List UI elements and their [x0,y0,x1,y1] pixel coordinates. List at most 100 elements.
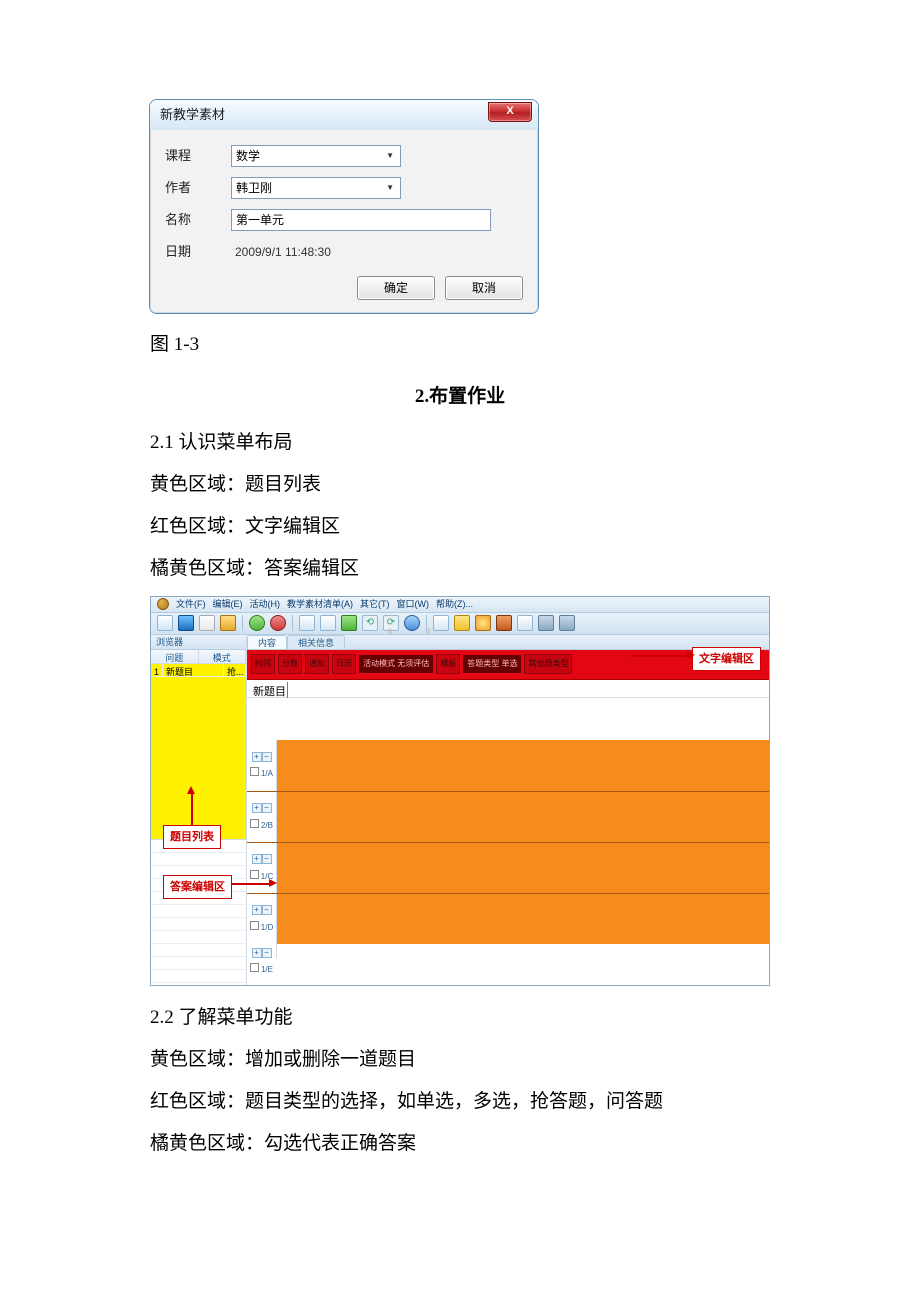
menu-edit[interactable]: 编辑(E) [213,596,243,613]
plus-icon[interactable]: + [252,752,262,762]
sidebar-row-selected[interactable]: 1 新题目 抢... [151,664,246,677]
answer-spacer [247,698,769,740]
callout-question-list: 题目列表 [163,825,221,850]
heading-2-1: 2.1 认识菜单布局 [150,425,770,461]
folder-icon[interactable] [220,615,236,631]
ribbon-item[interactable]: 模板 [436,654,460,673]
question-list-area[interactable] [151,677,246,840]
settings-icon[interactable] [559,615,575,631]
answer-edit-area[interactable] [277,944,769,958]
star-icon[interactable] [475,615,491,631]
ribbon-item[interactable]: 日历 [332,654,356,673]
add-icon[interactable] [249,615,265,631]
forward-icon[interactable]: ⟳ [383,615,399,631]
ribbon-item[interactable]: 活动模式 无须评估 [359,655,433,672]
close-icon[interactable]: X [488,102,532,122]
menu-help[interactable]: 帮助(Z)... [436,596,473,613]
answer-label: 2/B [261,821,273,830]
menubar: 文件(F) 编辑(E) 活动(H) 教学素材清单(A) 其它(T) 窗口(W) … [151,597,769,613]
ribbon-item[interactable]: 答题类型 单选 [463,655,521,672]
toolbar-separator [292,615,293,631]
list-icon[interactable] [517,615,533,631]
callout-text-edit: 文字编辑区 [692,647,761,672]
ribbon-item[interactable]: 其他题类型 [524,654,572,673]
field-date: 2009/9/1 11:48:30 [231,241,491,263]
heading-2: 2.布置作业 [150,379,770,415]
menu-other[interactable]: 其它(T) [360,596,390,613]
plus-icon[interactable]: + [252,854,262,864]
toolbar: ⟲ ⟳ [151,613,769,635]
answer-row: +− 1/D [247,893,769,944]
select-author[interactable]: 韩卫刚 [231,177,401,199]
dialog-title: 新教学素材 [160,103,225,128]
answer-edit-area[interactable] [277,740,769,791]
answer-row: +− 1/C [247,842,769,893]
remove-icon[interactable] [270,615,286,631]
answer-row: +− 2/B [247,791,769,842]
answer-controls: +− 1/E [247,944,277,958]
tool-icon[interactable] [538,615,554,631]
refresh-icon[interactable] [404,615,420,631]
main-area: 内容 相关信息 时间 分数 通知 日历 活动模式 无须评估 模板 答题类型 单选… [247,635,769,985]
tab-related-info[interactable]: 相关信息 [287,635,345,649]
paste-icon[interactable] [320,615,336,631]
ribbon-item[interactable]: 通知 [305,654,329,673]
play-icon[interactable] [341,615,357,631]
back-icon[interactable]: ⟲ [362,615,378,631]
menu-activity[interactable]: 活动(H) [250,596,281,613]
minus-icon[interactable]: − [262,803,272,813]
dialog-titlebar: 新教学素材 X [150,100,538,130]
toolbar-separator [426,615,427,631]
callout-answer-edit: 答案编辑区 [163,875,232,900]
minus-icon[interactable]: − [262,752,272,762]
answer-row: +− 1/A [247,740,769,791]
report-icon[interactable] [433,615,449,631]
dialog-new-material: 新教学素材 X 课程 数学 作者 韩卫刚 名称 第一单元 日期 2009/9/1… [150,100,538,313]
answer-edit-area[interactable] [277,843,769,893]
answer-checkbox[interactable] [250,767,259,776]
plus-icon[interactable]: + [252,948,262,958]
answer-row-last: +− 1/E [247,944,769,958]
minus-icon[interactable]: − [262,905,272,915]
minus-icon[interactable]: − [262,854,272,864]
save-icon[interactable] [178,615,194,631]
note-icon[interactable] [454,615,470,631]
label-name: 名称 [165,208,231,233]
para-2-2-yellow: 黄色区域：增加或删除一道题目 [150,1042,770,1078]
sidebar-col-mode: 模式 [199,650,247,663]
answer-controls: +− 1/A [247,740,277,791]
answers-area: +− 1/A +− 2/B +− 1/C [247,698,769,985]
answer-checkbox[interactable] [250,870,259,879]
answer-checkbox[interactable] [250,921,259,930]
minus-icon[interactable]: − [262,948,272,958]
menu-window[interactable]: 窗口(W) [397,596,430,613]
question-title-input[interactable]: 新题目 [247,680,769,698]
figure-caption-1-3: 图 1-3 [150,327,770,363]
plus-icon[interactable]: + [252,803,262,813]
copy-icon[interactable] [299,615,315,631]
sidebar-header: 问题 模式 [151,650,246,664]
menu-file[interactable]: 文件(F) [176,596,206,613]
para-2-2-orange: 橘黄色区域：勾选代表正确答案 [150,1126,770,1162]
answer-checkbox[interactable] [250,819,259,828]
sidebar-col-question: 问题 [151,650,199,663]
answer-checkbox[interactable] [250,963,259,972]
ribbon-item[interactable]: 时间 [251,654,275,673]
open-icon[interactable] [199,615,215,631]
menu-materials[interactable]: 教学素材清单(A) [287,596,353,613]
cancel-button[interactable]: 取消 [445,276,523,300]
ok-button[interactable]: 确定 [357,276,435,300]
user-icon[interactable] [496,615,512,631]
answer-edit-area[interactable] [277,792,769,842]
label-course: 课程 [165,144,231,169]
sidebar: 浏览器 问题 模式 1 新题目 抢... [151,635,247,985]
label-date: 日期 [165,240,231,265]
input-name[interactable]: 第一单元 [231,209,491,231]
new-icon[interactable] [157,615,173,631]
tab-content[interactable]: 内容 [247,635,287,649]
select-course[interactable]: 数学 [231,145,401,167]
answer-edit-area[interactable] [277,894,769,944]
ribbon-item[interactable]: 分数 [278,654,302,673]
answer-controls: +− 2/B [247,792,277,842]
plus-icon[interactable]: + [252,905,262,915]
